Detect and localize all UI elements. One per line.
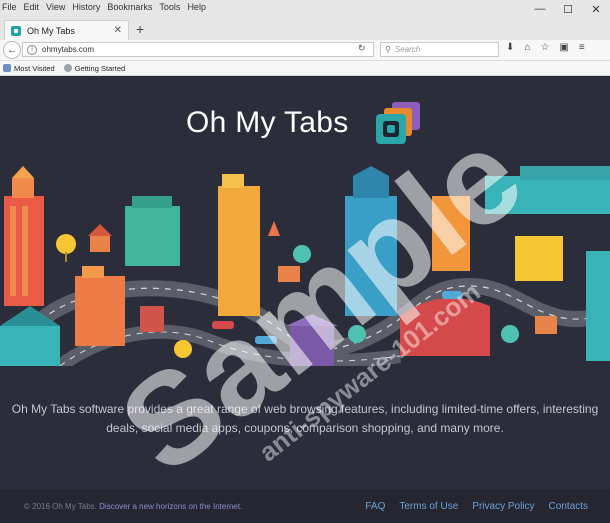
close-window-button[interactable]: ✕ <box>582 0 610 18</box>
logo-icon <box>376 102 420 144</box>
new-tab-button[interactable]: + <box>136 21 144 37</box>
menu-view[interactable]: View <box>46 2 65 12</box>
description-line-1: Oh My Tabs software provides a great ran… <box>11 402 599 416</box>
tab-title: Oh My Tabs <box>27 25 75 36</box>
menu-bar: File Edit View History Bookmarks Tools H… <box>2 2 206 12</box>
minimize-button[interactable]: — <box>526 0 554 18</box>
tagline-link[interactable]: Discover a new horizons on the Internet. <box>99 502 242 511</box>
back-arrow-icon: ← <box>7 44 17 56</box>
home-icon[interactable]: ⌂ <box>524 42 530 53</box>
tab-bar: Oh My Tabs ✕ + <box>0 18 610 40</box>
logo-text: Oh My Tabs <box>186 106 349 139</box>
footer-link-contacts[interactable]: Contacts <box>549 501 588 512</box>
footer-link-terms[interactable]: Terms of Use <box>399 501 458 512</box>
menu-help[interactable]: Help <box>187 2 206 12</box>
globe-icon <box>63 64 72 72</box>
downloads-icon[interactable]: ⬇ <box>506 42 514 53</box>
menu-file[interactable]: File <box>2 2 17 12</box>
site-info-icon[interactable]: i <box>27 44 37 55</box>
bookmark-getting-started[interactable]: Getting Started <box>63 63 126 73</box>
search-placeholder: Search <box>394 45 421 54</box>
bookmarks-bar: Most Visited Getting Started <box>0 61 610 76</box>
tab-close-icon[interactable]: ✕ <box>114 25 122 36</box>
menu-bookmarks[interactable]: Bookmarks <box>107 2 152 12</box>
bookmark-star-icon[interactable]: ☆ <box>540 42 549 53</box>
page-content: Oh My Tabs Oh My Tabs software provides … <box>0 76 610 523</box>
menu-hamburger-icon[interactable]: ≡ <box>579 42 585 53</box>
search-icon: ⚲ <box>385 45 391 54</box>
clipboard-icon[interactable]: ▣ <box>559 42 568 53</box>
folder-icon <box>3 64 11 72</box>
description-line-2: deals, social media apps, coupons, compa… <box>106 421 504 435</box>
window-controls: — ☐ ✕ <box>526 0 610 18</box>
bookmark-most-visited[interactable]: Most Visited <box>3 64 55 73</box>
site-favicon-icon <box>11 25 21 36</box>
back-button[interactable]: ← <box>3 41 21 59</box>
copyright-text: © 2016 Oh My Tabs. <box>24 502 97 511</box>
maximize-button[interactable]: ☐ <box>554 0 582 18</box>
footer-link-privacy[interactable]: Privacy Policy <box>472 501 534 512</box>
bookmark-label: Most Visited <box>14 63 55 73</box>
bookmark-label: Getting Started <box>74 63 126 73</box>
search-input[interactable]: ⚲ Search <box>380 42 499 57</box>
address-bar[interactable]: i ohmytabs.com <box>22 42 374 57</box>
copyright: © 2016 Oh My Tabs. Discover a new horizo… <box>24 502 242 511</box>
url-text: ohmytabs.com <box>42 45 95 54</box>
city-illustration <box>0 166 610 366</box>
description: Oh My Tabs software provides a great ran… <box>0 400 610 438</box>
title-bar: File Edit View History Bookmarks Tools H… <box>0 0 610 18</box>
footer-link-faq[interactable]: FAQ <box>365 501 385 512</box>
navigation-bar: ← i ohmytabs.com ↻ ⚲ Search ⬇ ⌂ ☆ ▣ ≡ <box>0 40 610 61</box>
menu-tools[interactable]: Tools <box>159 2 180 12</box>
reload-icon[interactable]: ↻ <box>358 43 366 54</box>
footer-links: FAQ Terms of Use Privacy Policy Contacts <box>365 501 588 512</box>
menu-history[interactable]: History <box>72 2 100 12</box>
menu-edit[interactable]: Edit <box>24 2 40 12</box>
tab-oh-my-tabs[interactable]: Oh My Tabs ✕ <box>4 20 129 40</box>
footer: © 2016 Oh My Tabs. Discover a new horizo… <box>0 489 610 523</box>
toolbar-icons: ⬇ ⌂ ☆ ▣ ≡ <box>506 42 585 53</box>
